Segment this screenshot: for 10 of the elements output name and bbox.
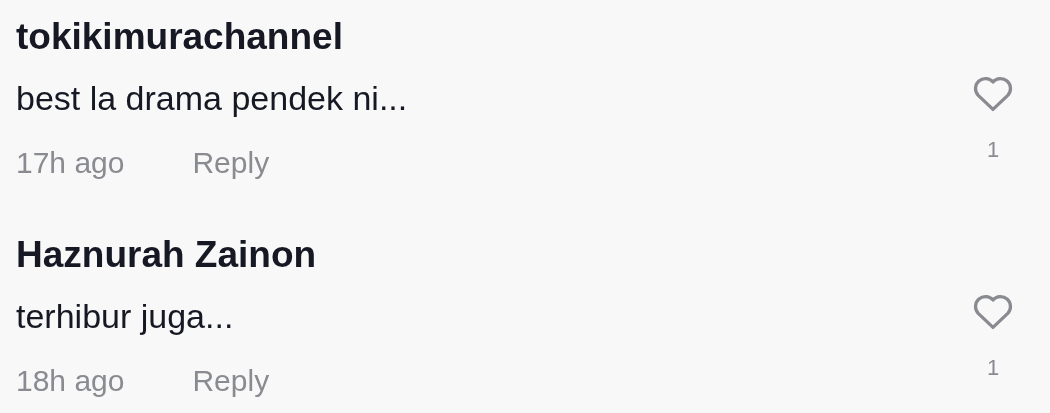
heart-icon[interactable] [972,292,1014,330]
username[interactable]: Haznurah Zainon [16,230,317,280]
like-count: 1 [986,354,1000,382]
comment-text: terhibur juga... [16,296,234,337]
heart-icon[interactable] [972,74,1014,112]
comment-time: 18h ago [16,362,125,399]
username[interactable]: tokikimurachannel [16,12,343,62]
comment-text: best la drama pendek ni... [16,78,408,119]
comment-time: 17h ago [16,144,125,181]
like-count: 1 [986,136,1000,164]
